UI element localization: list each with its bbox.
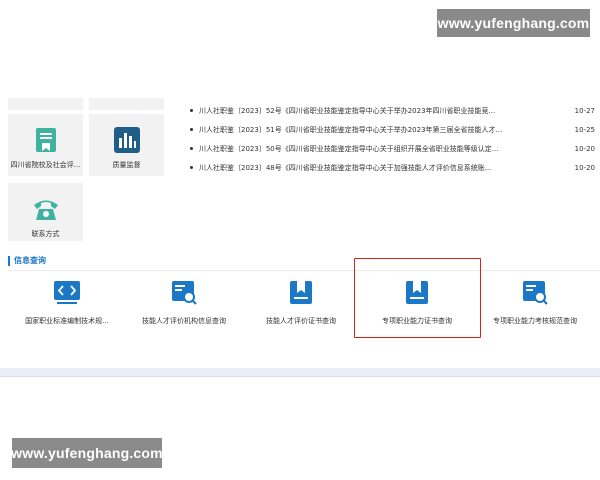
footer-band bbox=[0, 368, 600, 376]
tile-label: 四川省院校及社会评... bbox=[10, 161, 81, 169]
query-national-standards[interactable]: 国家职业标准编制技术规... bbox=[8, 280, 126, 326]
news-date: 10-27 bbox=[574, 106, 595, 115]
watermark-bottom: www.yufenghang.com bbox=[11, 438, 163, 468]
query-evaluation-institutions[interactable]: 技能人才评价机构信息查询 bbox=[125, 280, 243, 326]
news-date: 10-20 bbox=[574, 144, 595, 153]
highlight-annotation-box bbox=[354, 258, 481, 338]
news-title[interactable]: 川人社职鉴〔2023〕52号《四川省职业技能鉴定指导中心关于举办2023年四川省… bbox=[199, 106, 565, 116]
search-document-icon bbox=[172, 281, 197, 305]
query-label: 技能人才评价机构信息查询 bbox=[142, 317, 226, 325]
bullet-icon bbox=[190, 147, 193, 150]
news-title[interactable]: 川人社职鉴〔2023〕48号《四川省职业技能鉴定指导中心关于加强技能人才评价信息… bbox=[199, 163, 565, 173]
news-date: 10-25 bbox=[574, 125, 595, 134]
footer-divider bbox=[0, 376, 600, 377]
bullet-icon bbox=[190, 128, 193, 131]
bullet-icon bbox=[190, 166, 193, 169]
news-item[interactable]: 川人社职鉴〔2023〕48号《四川省职业技能鉴定指导中心关于加强技能人才评价信息… bbox=[190, 158, 595, 177]
tile-label: 联系方式 bbox=[31, 230, 60, 238]
news-title[interactable]: 川人社职鉴〔2023〕50号《四川省职业技能鉴定指导中心关于组织开展全省职业技能… bbox=[199, 144, 565, 154]
query-label: 专项职业能力考核规范查询 bbox=[493, 317, 577, 325]
tile-label: 质量监督 bbox=[112, 161, 141, 169]
tile-college-evaluation[interactable]: 四川省院校及社会评... bbox=[8, 114, 83, 176]
news-item[interactable]: 川人社职鉴〔2023〕52号《四川省职业技能鉴定指导中心关于举办2023年四川省… bbox=[190, 101, 595, 120]
tile-partial-top-left bbox=[8, 98, 83, 110]
news-date: 10-20 bbox=[574, 163, 595, 172]
bookmark-icon bbox=[290, 281, 312, 304]
bullet-icon bbox=[190, 109, 193, 112]
section-divider bbox=[8, 270, 600, 271]
search-document-icon bbox=[523, 281, 548, 305]
tile-partial-top-right bbox=[89, 98, 164, 110]
query-label: 技能人才评价证书查询 bbox=[266, 317, 336, 325]
news-list: 川人社职鉴〔2023〕52号《四川省职业技能鉴定指导中心关于举办2023年四川省… bbox=[190, 101, 595, 177]
section-title: 信息查询 bbox=[8, 256, 46, 266]
watermark-top: www.yufenghang.com bbox=[437, 9, 590, 37]
bar-chart-icon bbox=[113, 127, 140, 153]
tile-contact[interactable]: 联系方式 bbox=[8, 183, 83, 241]
news-item[interactable]: 川人社职鉴〔2023〕51号《四川省职业技能鉴定指导中心关于举办2023年第三届… bbox=[190, 120, 595, 139]
tile-quality-supervision[interactable]: 质量监督 bbox=[89, 114, 164, 176]
query-label: 国家职业标准编制技术规... bbox=[25, 317, 109, 325]
telephone-icon bbox=[33, 200, 58, 220]
code-icon bbox=[54, 281, 80, 304]
news-title[interactable]: 川人社职鉴〔2023〕51号《四川省职业技能鉴定指导中心关于举办2023年第三届… bbox=[199, 125, 565, 135]
query-special-ability-standards[interactable]: 专项职业能力考核规范查询 bbox=[476, 280, 594, 326]
certificate-icon bbox=[35, 128, 56, 152]
news-item[interactable]: 川人社职鉴〔2023〕50号《四川省职业技能鉴定指导中心关于组织开展全省职业技能… bbox=[190, 139, 595, 158]
query-skill-certificate[interactable]: 技能人才评价证书查询 bbox=[242, 280, 360, 326]
